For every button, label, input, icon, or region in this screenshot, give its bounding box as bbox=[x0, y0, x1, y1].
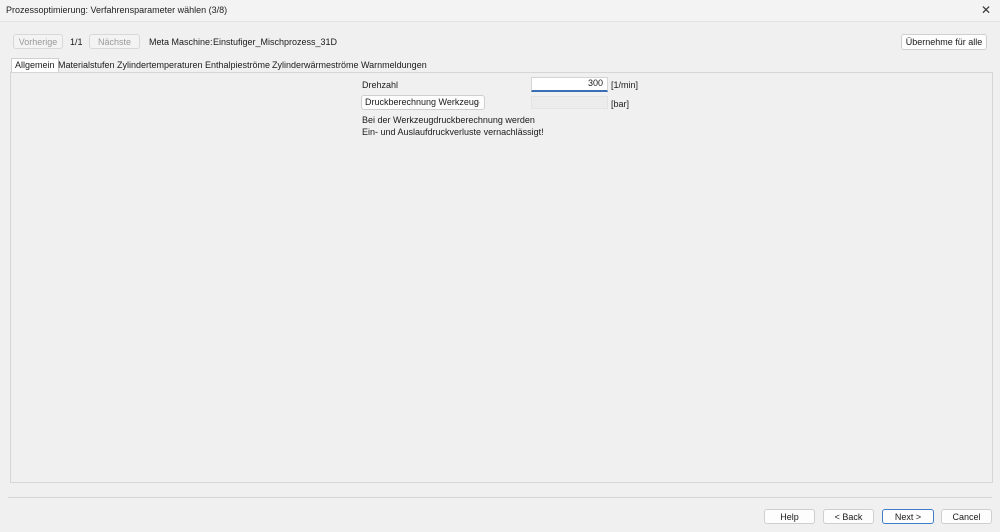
tab-enthalpiestroeme[interactable]: Enthalpieströme bbox=[202, 59, 273, 72]
help-button[interactable]: Help bbox=[764, 509, 815, 524]
tab-zylindertemperaturen[interactable]: Zylindertemperaturen bbox=[114, 59, 206, 72]
drehzahl-input[interactable]: 300 bbox=[531, 77, 608, 92]
tab-warnmeldungen[interactable]: Warnmeldungen bbox=[358, 59, 430, 72]
back-button[interactable]: < Back bbox=[823, 509, 874, 524]
title-bar: Prozessoptimierung: Verfahrensparameter … bbox=[0, 0, 1000, 22]
close-icon[interactable]: ✕ bbox=[981, 3, 991, 17]
next-machine-button[interactable]: Nächste bbox=[89, 34, 140, 49]
note-line-1: Bei der Werkzeugdruckberechnung werden bbox=[362, 115, 535, 125]
meta-machine-label: Meta Maschine: bbox=[149, 37, 213, 47]
note-line-2: Ein- und Auslaufdruckverluste vernachläs… bbox=[362, 127, 544, 137]
drehzahl-unit: [1/min] bbox=[611, 80, 639, 90]
pressure-value-field bbox=[531, 96, 608, 109]
tab-allgemein[interactable]: Allgemein bbox=[11, 58, 59, 73]
pressure-calc-select-value: Druckberechnung Werkzeug bbox=[365, 97, 479, 107]
toolbar: Vorherige 1/1 Nächste Meta Maschine: Ein… bbox=[0, 22, 1000, 58]
page-indicator: 1/1 bbox=[70, 37, 83, 47]
tab-content-panel: Drehzahl 300 [1/min] Druckberechnung Wer… bbox=[10, 72, 993, 483]
pressure-calc-select[interactable]: Druckberechnung Werkzeug ⌵ bbox=[361, 95, 485, 110]
next-button[interactable]: Next > bbox=[882, 509, 934, 524]
footer-divider bbox=[8, 497, 992, 498]
chevron-down-icon: ⌵ bbox=[473, 98, 480, 107]
previous-button[interactable]: Vorherige bbox=[13, 34, 63, 49]
cancel-button[interactable]: Cancel bbox=[941, 509, 992, 524]
meta-machine-value: Einstufiger_Mischprozess_31D bbox=[213, 37, 338, 47]
apply-all-button[interactable]: Übernehme für alle bbox=[901, 34, 987, 50]
tab-zylinderwaermestroeme[interactable]: Zylinderwärmeströme bbox=[269, 59, 362, 72]
window-title: Prozessoptimierung: Verfahrensparameter … bbox=[6, 5, 228, 15]
tab-materialstufen[interactable]: Materialstufen bbox=[55, 59, 118, 72]
drehzahl-label: Drehzahl bbox=[362, 80, 399, 90]
pressure-unit: [bar] bbox=[611, 99, 630, 109]
